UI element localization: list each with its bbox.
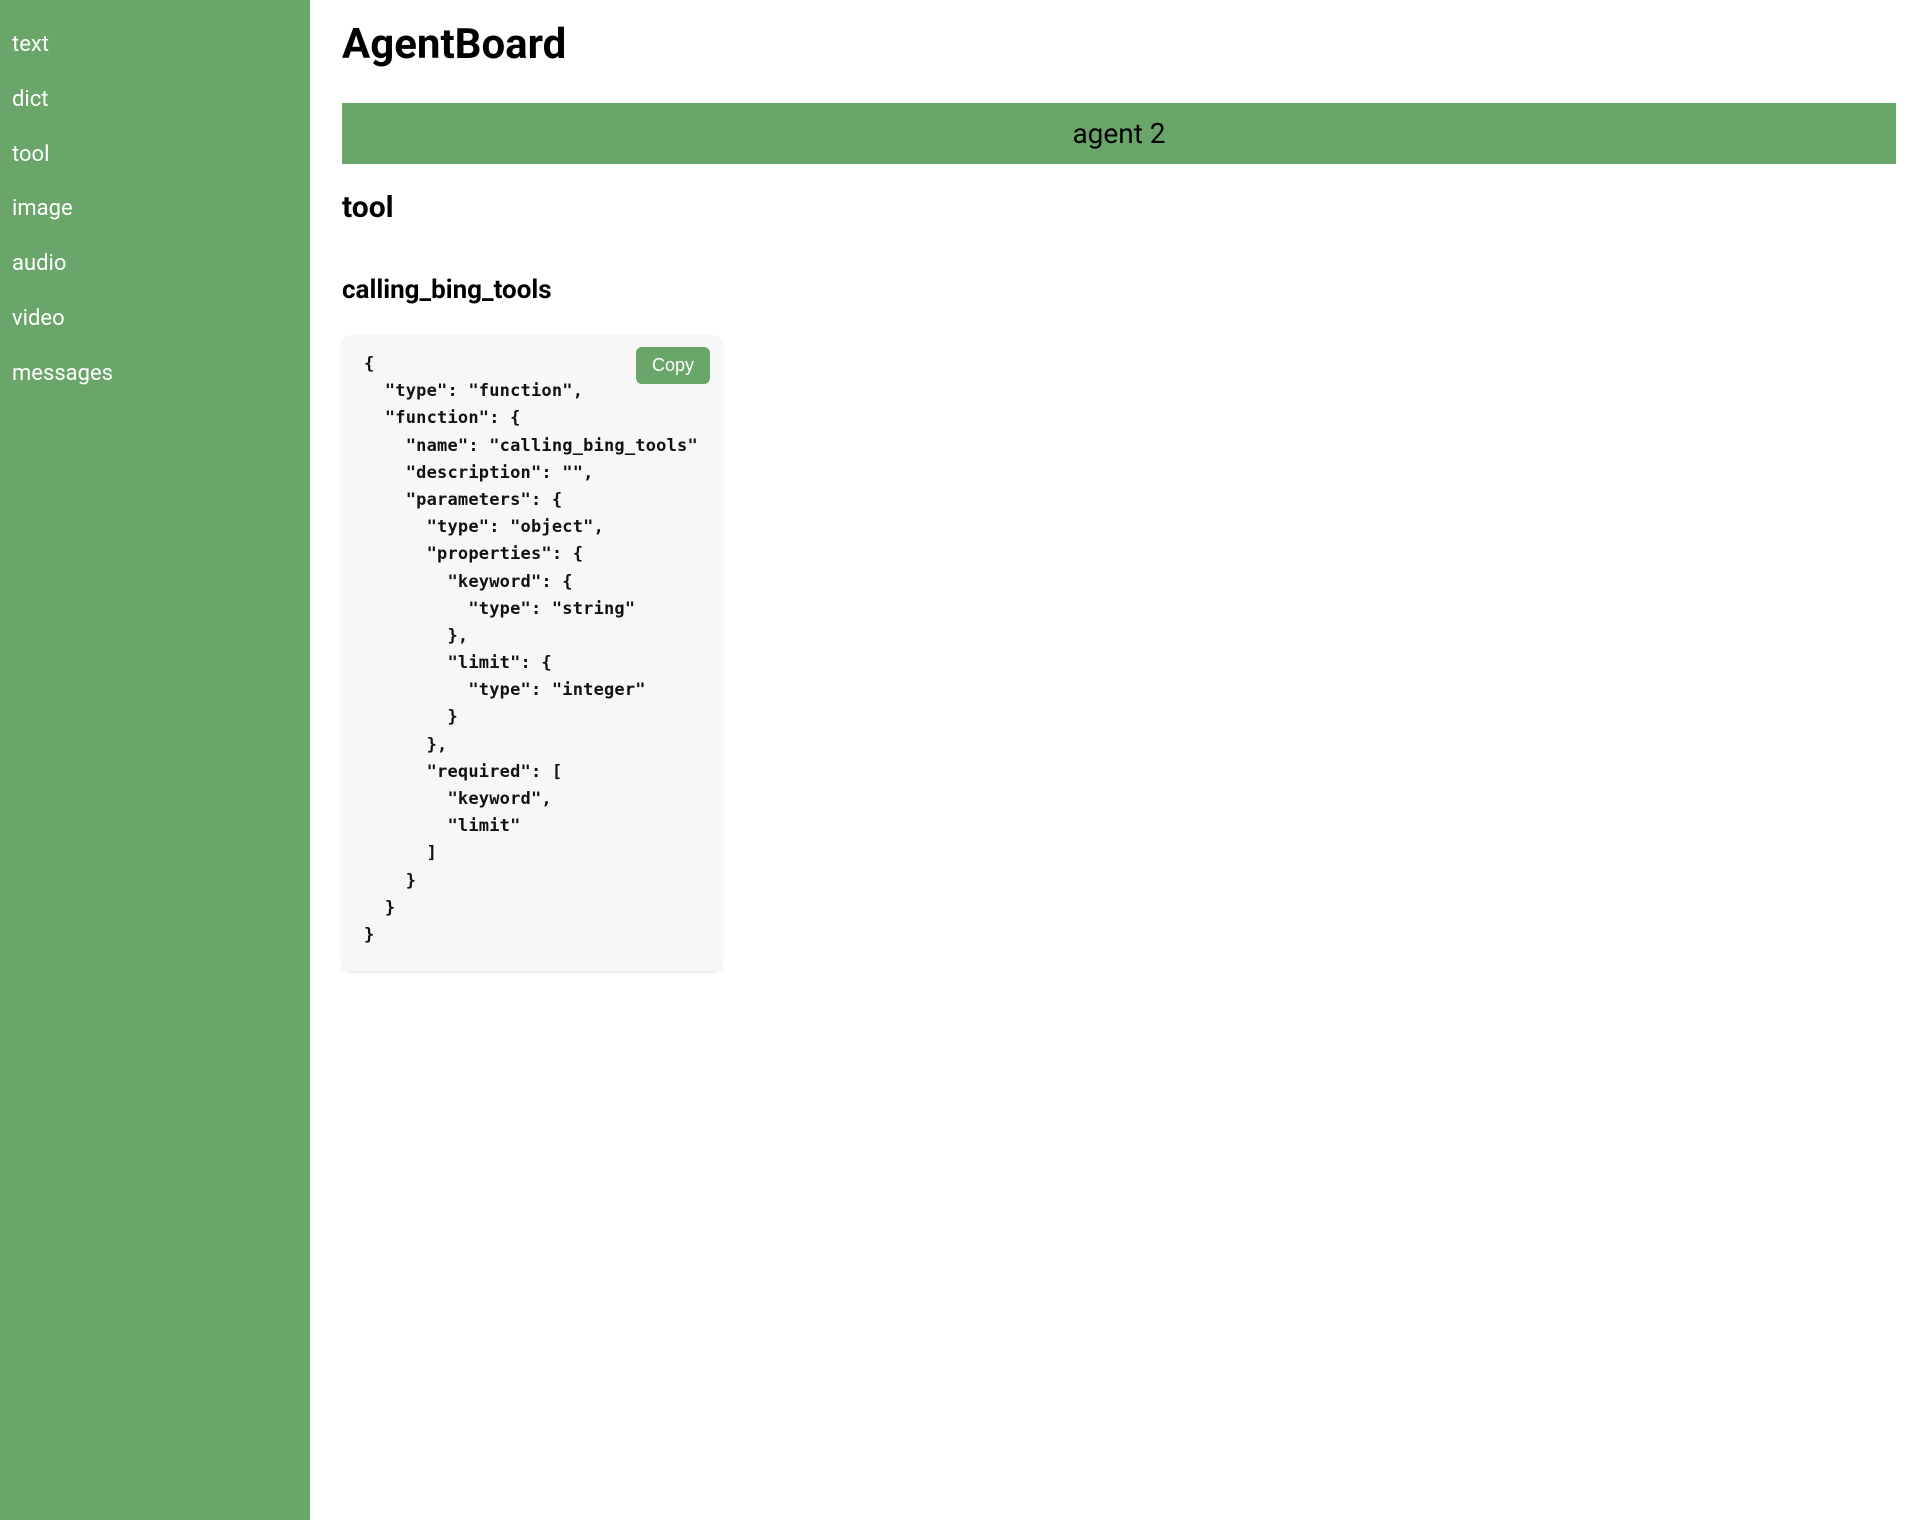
section-title: tool	[342, 190, 1896, 225]
main-content: AgentBoard agent 2 tool calling_bing_too…	[310, 0, 1928, 1520]
copy-button[interactable]: Copy	[636, 347, 710, 384]
sidebar-item-image[interactable]: image	[12, 182, 298, 237]
sidebar-item-dict[interactable]: dict	[12, 73, 298, 128]
agent-bar: agent 2	[342, 103, 1896, 164]
sidebar-item-audio[interactable]: audio	[12, 237, 298, 292]
page-title: AgentBoard	[342, 20, 1896, 69]
sidebar: text dict tool image audio video message…	[0, 0, 310, 1520]
sidebar-item-messages[interactable]: messages	[12, 347, 298, 402]
sidebar-item-video[interactable]: video	[12, 292, 298, 347]
sidebar-item-tool[interactable]: tool	[12, 128, 298, 183]
code-block: Copy { "type": "function", "function": {…	[342, 335, 722, 971]
code-content: { "type": "function", "function": { "nam…	[364, 351, 700, 949]
sidebar-item-text[interactable]: text	[12, 18, 298, 73]
section-subtitle: calling_bing_tools	[342, 275, 1896, 305]
